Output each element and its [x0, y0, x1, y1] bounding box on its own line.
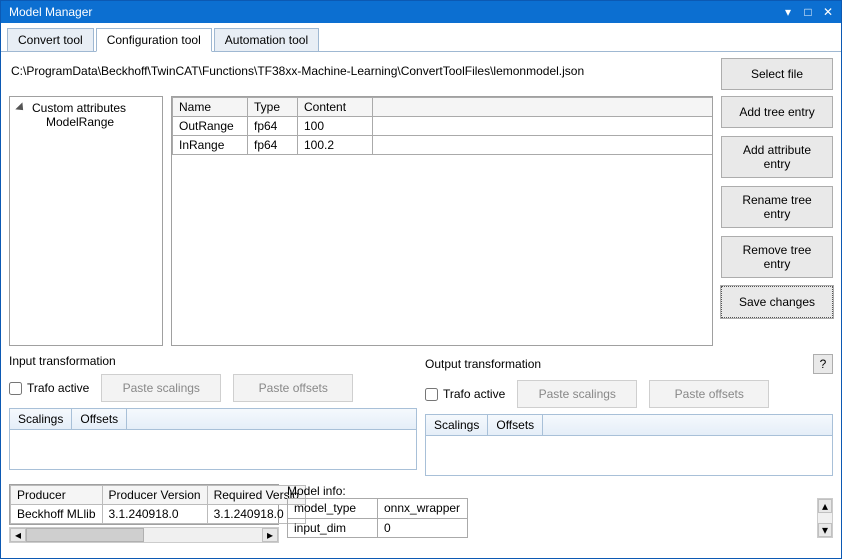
col-producer-version[interactable]: Producer Version — [102, 486, 207, 505]
output-subtab-body — [425, 436, 833, 476]
tree-root[interactable]: Custom attributes — [32, 101, 126, 115]
attribute-grid[interactable]: Name Type Content OutRange fp64 100 InRa… — [171, 96, 713, 346]
tree-panel[interactable]: Custom attributes ModelRange — [9, 96, 163, 346]
tree-item-modelrange[interactable]: ModelRange — [16, 115, 156, 129]
input-paste-scalings-button[interactable]: Paste scalings — [101, 374, 221, 402]
vertical-scrollbar[interactable]: ▴ ▾ — [817, 498, 833, 538]
input-paste-offsets-button[interactable]: Paste offsets — [233, 374, 353, 402]
input-trafo-title: Input transformation — [9, 354, 116, 368]
table-row: OutRange fp64 100 — [173, 117, 713, 136]
tab-bar: Convert tool Configuration tool Automati… — [1, 23, 841, 52]
table-row: InRange fp64 100.2 — [173, 136, 713, 155]
input-subtab-body — [9, 430, 417, 470]
tab-convert[interactable]: Convert tool — [7, 28, 94, 52]
output-trafo-active-checkbox[interactable]: Trafo active — [425, 387, 505, 401]
maximize-icon[interactable]: □ — [799, 4, 817, 20]
rename-tree-entry-button[interactable]: Rename tree entry — [721, 186, 833, 228]
input-subtab-scalings[interactable]: Scalings — [10, 409, 72, 429]
col-producer[interactable]: Producer — [11, 486, 103, 505]
scroll-down-icon[interactable]: ▾ — [818, 523, 832, 537]
scroll-right-icon[interactable]: ▸ — [262, 528, 278, 542]
close-icon[interactable]: ✕ — [819, 4, 837, 20]
model-info-title: Model info: — [287, 484, 833, 498]
table-row: Beckhoff MLlib 3.1.240918.0 3.1.240918.0 — [11, 505, 306, 524]
window-title: Model Manager — [9, 5, 777, 19]
tab-configuration[interactable]: Configuration tool — [96, 28, 212, 52]
title-bar: Model Manager ▾ □ ✕ — [1, 1, 841, 23]
col-name[interactable]: Name — [173, 98, 248, 117]
save-changes-button[interactable]: Save changes — [721, 286, 833, 318]
table-row: input_dim 0 — [288, 518, 468, 538]
add-attribute-entry-button[interactable]: Add attribute entry — [721, 136, 833, 178]
output-subtab-scalings[interactable]: Scalings — [426, 415, 488, 435]
remove-tree-entry-button[interactable]: Remove tree entry — [721, 236, 833, 278]
scroll-up-icon[interactable]: ▴ — [818, 499, 832, 513]
col-extend — [373, 98, 713, 117]
table-row: model_type onnx_wrapper — [288, 499, 468, 519]
input-trafo-active-checkbox[interactable]: Trafo active — [9, 381, 89, 395]
model-info-table[interactable]: model_type onnx_wrapper input_dim 0 — [287, 498, 468, 538]
producer-table[interactable]: Producer Producer Version Required Versi… — [9, 484, 279, 525]
tab-automation[interactable]: Automation tool — [214, 28, 319, 52]
select-file-button[interactable]: Select file — [721, 58, 833, 90]
input-subtab-offsets[interactable]: Offsets — [72, 409, 127, 429]
output-subtab-offsets[interactable]: Offsets — [488, 415, 543, 435]
horizontal-scrollbar[interactable]: ◂ ▸ — [9, 527, 279, 543]
output-paste-offsets-button[interactable]: Paste offsets — [649, 380, 769, 408]
expand-icon[interactable] — [15, 102, 26, 113]
scroll-left-icon[interactable]: ◂ — [10, 528, 26, 542]
dropdown-icon[interactable]: ▾ — [779, 4, 797, 20]
add-tree-entry-button[interactable]: Add tree entry — [721, 96, 833, 128]
output-trafo-title: Output transformation — [425, 357, 541, 371]
col-type[interactable]: Type — [248, 98, 298, 117]
col-content[interactable]: Content — [298, 98, 373, 117]
file-path-text: C:\ProgramData\Beckhoff\TwinCAT\Function… — [9, 58, 711, 84]
help-button[interactable]: ? — [813, 354, 833, 374]
output-paste-scalings-button[interactable]: Paste scalings — [517, 380, 637, 408]
